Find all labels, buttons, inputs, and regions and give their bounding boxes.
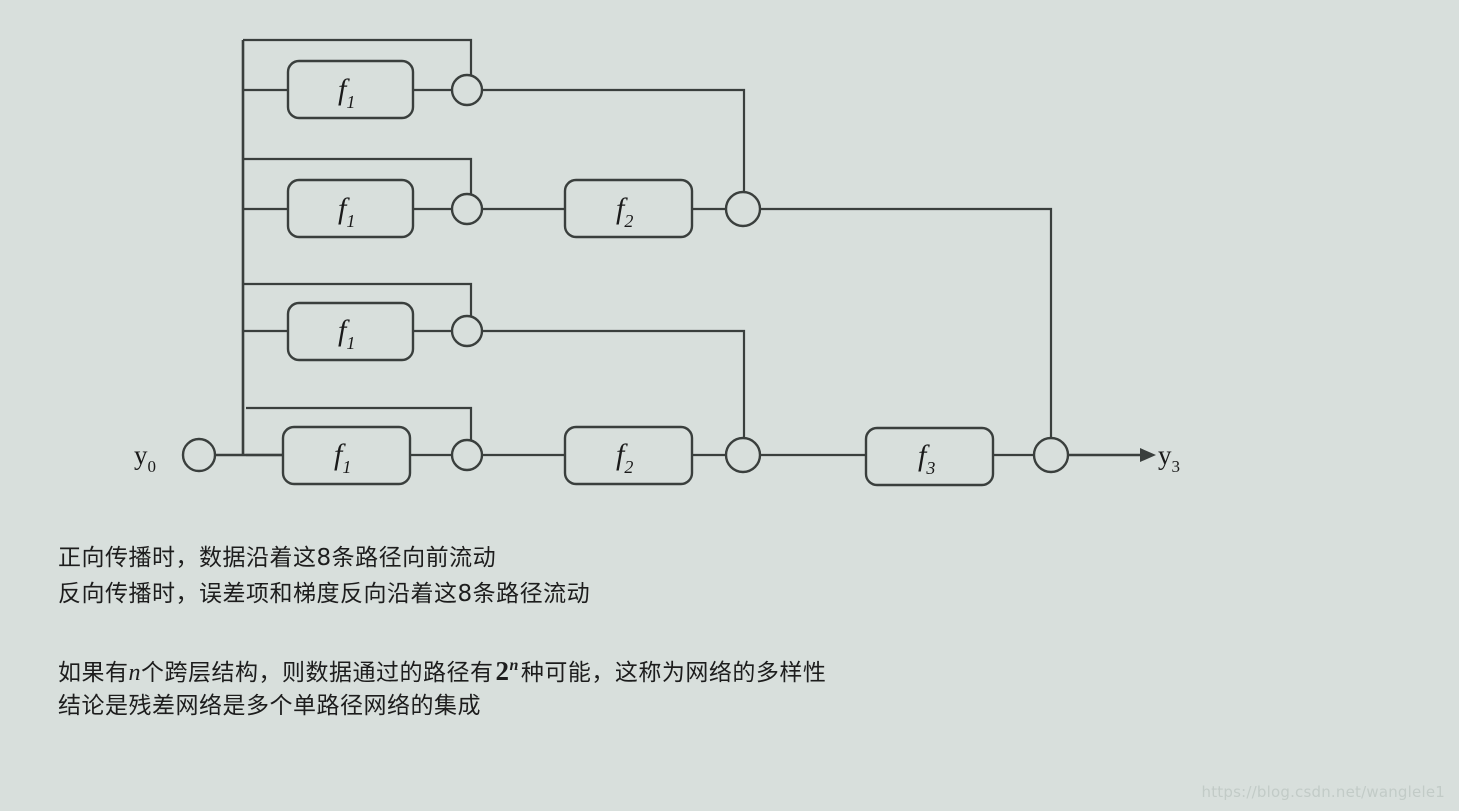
caption-conclusion: 结论是残差网络是多个单路径网络的集成 <box>58 693 481 719</box>
stage2-upper-to-final-merge <box>760 207 1053 438</box>
caption-forward-propagation: 正向传播时，数据沿着这8条路径向前流动 <box>58 545 497 571</box>
row-3-sum-node <box>450 314 484 348</box>
caption-path-count: 如果有n个跨层结构，则数据通过的路径有2n种可能，这称为网络的多样性 <box>58 648 826 691</box>
output-arrow-head <box>1140 448 1156 462</box>
watermark-url: https://blog.csdn.net/wanglele1 <box>1201 783 1445 801</box>
row-3-output-to-merge-lower <box>482 329 746 438</box>
final-merge-node <box>1032 436 1070 474</box>
caption-backward-propagation: 反向传播时，误差项和梯度反向沿着这8条路径流动 <box>58 581 591 607</box>
input-label-y0: y0 <box>134 440 156 476</box>
row-4-sum-node <box>450 438 484 472</box>
input-node-y0 <box>181 437 217 473</box>
caption-path-count-part2: 个跨层结构，则数据通过的路径有 <box>141 660 494 686</box>
row-1-sum-node <box>450 73 484 107</box>
caption-path-count-part1: 如果有 <box>58 660 129 686</box>
caption-variable-n: n <box>128 660 141 686</box>
merge-node-stage2-upper <box>724 190 762 228</box>
residual-path-diagram: y0 y3 f1 f1 f1 f1 f2 f2 f3 <box>134 38 1180 487</box>
caption-power-expression: 2n <box>494 656 521 686</box>
slide-canvas: y0 y3 f1 f1 f1 f1 f2 f2 f3 正向传播时，数据沿着这8条… <box>0 0 1459 811</box>
caption-power-exponent: n <box>509 657 519 674</box>
merge-node-stage2-lower <box>724 436 762 474</box>
row-2-sum-node <box>450 192 484 226</box>
row-1-output-to-merge2 <box>482 88 746 193</box>
caption-path-count-part3: 种可能，这称为网络的多样性 <box>520 660 827 686</box>
output-label-y3: y3 <box>1158 440 1180 476</box>
caption-power-base: 2 <box>495 656 510 686</box>
